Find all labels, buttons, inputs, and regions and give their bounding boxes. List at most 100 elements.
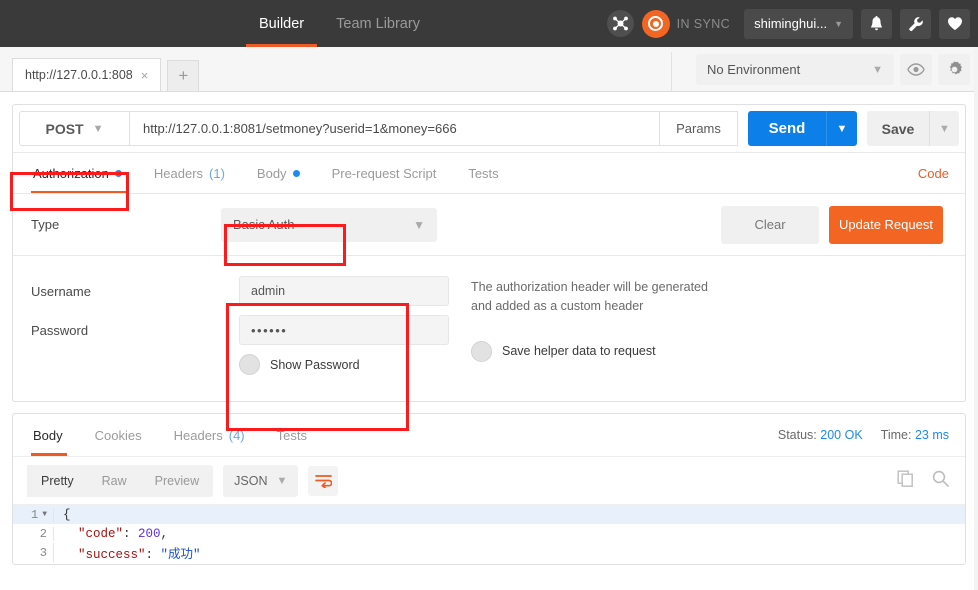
response-tabs: Body Cookies Headers (4) Tests Status: 2… bbox=[13, 414, 965, 456]
code-token: : bbox=[145, 548, 161, 562]
header-tab-builder-label: Builder bbox=[259, 15, 305, 32]
response-tab-cookies[interactable]: Cookies bbox=[79, 415, 158, 456]
auth-help-text: The authorization header will be generat… bbox=[471, 278, 708, 317]
tab-pre-request-script-label: Pre-request Script bbox=[331, 165, 437, 181]
send-button[interactable]: Send bbox=[748, 111, 826, 146]
view-mode-raw[interactable]: Raw bbox=[88, 465, 141, 497]
code-line: 1 ▼ { bbox=[13, 505, 965, 524]
header-tab-team-library[interactable]: Team Library bbox=[320, 0, 436, 47]
code-line-text: { bbox=[53, 507, 71, 522]
status-value: 200 OK bbox=[820, 428, 863, 442]
clear-button-label: Clear bbox=[754, 217, 786, 232]
method-select-label: POST bbox=[45, 120, 84, 137]
code-token: : bbox=[123, 526, 139, 541]
response-tools bbox=[897, 469, 949, 492]
sync-status[interactable]: IN SYNC bbox=[641, 9, 731, 38]
modified-dot-icon bbox=[292, 169, 300, 177]
environment-select[interactable]: No Environment ▼ bbox=[696, 54, 894, 85]
environment-controls: No Environment ▼ bbox=[696, 54, 970, 85]
time-value: 23 ms bbox=[914, 428, 949, 442]
tab-authorization[interactable]: Authorization bbox=[27, 153, 138, 194]
search-icon[interactable] bbox=[932, 470, 949, 492]
password-row: Password •••••• bbox=[31, 315, 471, 345]
chevron-down-icon: ▼ bbox=[413, 217, 425, 232]
divider bbox=[671, 52, 672, 91]
network-node-icon[interactable] bbox=[606, 10, 634, 37]
bell-icon[interactable] bbox=[861, 8, 892, 39]
tab-body-label: Body bbox=[256, 165, 287, 181]
url-input-value: http://127.0.0.1:8081/setmoney?userid=1&… bbox=[143, 121, 457, 136]
code-token: , bbox=[160, 526, 169, 541]
auth-help: The authorization header will be generat… bbox=[471, 276, 708, 375]
username-input[interactable]: admin bbox=[239, 276, 449, 306]
view-mode-group: Pretty Raw Preview bbox=[27, 464, 214, 497]
tab-headers[interactable]: Headers (1) bbox=[138, 153, 241, 194]
tab-headers-count: (1) bbox=[209, 165, 225, 181]
clear-button[interactable]: Clear bbox=[721, 205, 819, 244]
tab-body[interactable]: Body bbox=[241, 153, 316, 194]
header-tab-builder[interactable]: Builder bbox=[243, 0, 320, 47]
sync-status-icon bbox=[641, 9, 670, 38]
chevron-down-icon: ▼ bbox=[834, 18, 843, 29]
line-number: 2 bbox=[13, 527, 53, 541]
show-password-toggle[interactable]: Show Password bbox=[239, 354, 471, 375]
user-menu-label: shiminghui... bbox=[754, 16, 828, 31]
line-number-value: 3 bbox=[39, 545, 47, 560]
response-body-code[interactable]: 1 ▼ { 2 "code": 200, 3 "success": "成功" bbox=[13, 504, 965, 564]
wrench-icon[interactable] bbox=[900, 8, 931, 39]
code-token: "成功" bbox=[160, 548, 201, 562]
response-tab-headers[interactable]: Headers (4) bbox=[158, 415, 261, 456]
heart-icon[interactable] bbox=[939, 8, 970, 39]
save-group: Save ▼ bbox=[867, 111, 959, 146]
send-dropdown-button[interactable]: ▼ bbox=[826, 111, 857, 146]
save-helper-toggle[interactable]: Save helper data to request bbox=[471, 340, 708, 362]
auth-type-select-value: Basic Auth bbox=[233, 217, 295, 232]
view-mode-pretty-label: Pretty bbox=[41, 473, 74, 488]
gear-icon[interactable] bbox=[938, 54, 970, 85]
eye-icon[interactable] bbox=[900, 54, 932, 85]
view-mode-preview[interactable]: Preview bbox=[141, 465, 213, 497]
code-link[interactable]: Code bbox=[918, 166, 949, 181]
request-tab[interactable]: http://127.0.0.1:808 × bbox=[12, 58, 162, 91]
response-tab-headers-label: Headers bbox=[173, 427, 223, 443]
header-nav: Builder Team Library bbox=[243, 0, 436, 47]
chevron-down-icon: ▼ bbox=[276, 474, 288, 487]
url-input[interactable]: http://127.0.0.1:8081/setmoney?userid=1&… bbox=[129, 111, 660, 146]
word-wrap-icon[interactable] bbox=[308, 465, 339, 496]
username-input-value: admin bbox=[251, 284, 286, 298]
save-helper-label: Save helper data to request bbox=[502, 344, 656, 359]
update-request-button-label: Update Request bbox=[839, 217, 933, 232]
auth-type-select[interactable]: Basic Auth ▼ bbox=[221, 207, 437, 242]
window-scrollbar[interactable] bbox=[974, 47, 978, 590]
save-button[interactable]: Save bbox=[867, 111, 929, 146]
view-mode-pretty[interactable]: Pretty bbox=[27, 464, 88, 497]
save-helper-checkbox-icon[interactable] bbox=[471, 340, 492, 362]
auth-help-line-2: and added as a custom header bbox=[471, 299, 644, 314]
tab-pre-request-script[interactable]: Pre-request Script bbox=[316, 153, 453, 194]
tab-tests[interactable]: Tests bbox=[452, 153, 514, 194]
tab-headers-label: Headers bbox=[153, 165, 204, 181]
user-menu[interactable]: shiminghui... ▼ bbox=[744, 8, 853, 39]
show-password-checkbox-icon[interactable] bbox=[239, 354, 260, 375]
format-select[interactable]: JSON ▼ bbox=[223, 464, 299, 497]
view-mode-preview-label: Preview bbox=[154, 473, 200, 488]
code-token: { bbox=[63, 507, 71, 522]
show-password-label: Show Password bbox=[270, 357, 360, 372]
response-tab-body[interactable]: Body bbox=[27, 415, 79, 456]
params-button[interactable]: Params bbox=[660, 111, 738, 146]
response-tab-tests[interactable]: Tests bbox=[261, 415, 323, 456]
credentials-section: Username admin Password •••••• Show Pass… bbox=[13, 255, 965, 401]
chevron-down-icon: ▼ bbox=[939, 122, 950, 135]
request-tab-strip: http://127.0.0.1:808 × + No Environment … bbox=[0, 47, 978, 92]
tab-tests-label: Tests bbox=[468, 165, 499, 181]
password-input[interactable]: •••••• bbox=[239, 315, 449, 345]
method-select[interactable]: POST ▼ bbox=[19, 111, 129, 146]
request-tabs: Authorization Headers (1) Body Pre-reque… bbox=[13, 152, 965, 194]
close-icon[interactable]: × bbox=[139, 68, 151, 83]
save-dropdown-button[interactable]: ▼ bbox=[929, 111, 959, 146]
new-tab-button[interactable]: + bbox=[167, 60, 200, 91]
copy-icon[interactable] bbox=[897, 469, 914, 492]
fold-arrow-icon[interactable]: ▼ bbox=[42, 510, 47, 519]
update-request-button[interactable]: Update Request bbox=[829, 205, 943, 244]
header-right-controls: IN SYNC shiminghui... ▼ bbox=[606, 0, 970, 47]
